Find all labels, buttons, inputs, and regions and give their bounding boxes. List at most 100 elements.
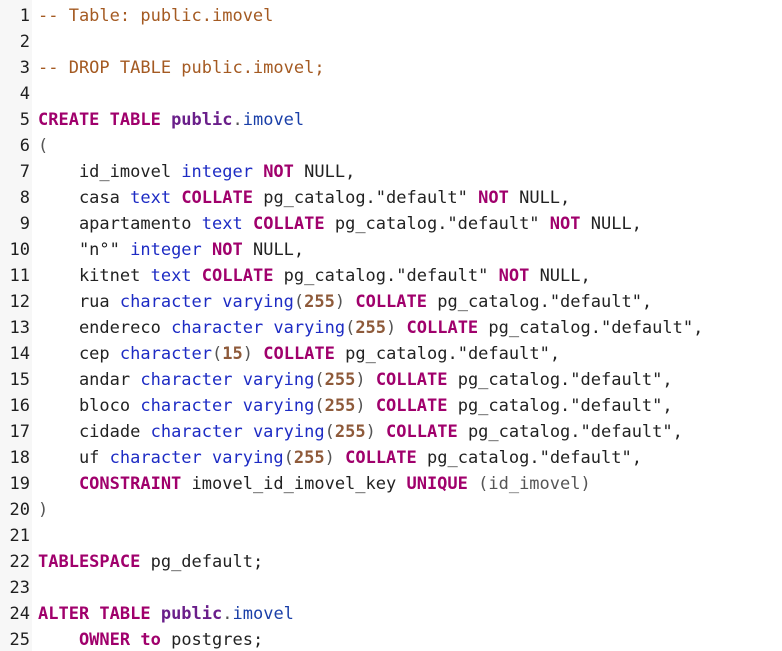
code-token: text [130,188,182,208]
line-code: CONSTRAINT imovel_id_imovel_key UNIQUE (… [38,471,591,497]
code-token: postgres; [171,630,264,650]
code-token: -- Table: public.imovel [38,6,274,26]
code-token: imovel [242,110,305,130]
code-token: pg_catalog."default", [345,344,561,364]
code-line[interactable]: 1 -- Table: public.imovel [0,3,782,29]
code-line[interactable]: 3 -- DROP TABLE public.imovel; [0,55,782,81]
code-token: ) [324,448,346,468]
code-token: ) [355,396,376,416]
code-line[interactable]: 2 [0,29,782,55]
code-token: cidade [38,422,151,442]
code-token: character varying [119,292,294,312]
code-line[interactable]: 25 OWNER to postgres; [0,627,782,651]
code-lines: 1 -- Table: public.imovel 2 3 -- DROP TABLE … [0,3,782,651]
code-line[interactable]: 15 andar character varying(255) COLLATE … [0,367,782,393]
code-token: TABLESPACE [38,552,151,572]
code-line[interactable]: 20) [0,497,782,523]
code-token: ( [345,318,356,338]
line-code: rua character varying(255) COLLATE pg_ca… [38,289,652,315]
code-token: pg_catalog."default", [488,318,704,338]
line-code: TABLESPACE pg_default; [38,549,263,575]
code-token: CREATE TABLE [38,110,172,130]
code-line[interactable]: 21 [0,523,782,549]
line-code: casa text COLLATE pg_catalog."default" N… [38,185,570,211]
code-token: COLLATE [201,266,284,286]
line-code: -- DROP TABLE public.imovel; [38,55,325,81]
code-line[interactable]: 13 endereco character varying(255) COLLA… [0,315,782,341]
code-token: COLLATE [375,396,458,416]
line-number: 1 [19,6,30,26]
line-number: 3 [19,58,30,78]
code-token: kitnet [38,266,151,286]
code-line[interactable]: 6( [0,133,782,159]
code-token: COLLATE [181,188,264,208]
line-code: CREATE TABLE public.imovel [38,107,304,133]
code-line[interactable]: 16 bloco character varying(255) COLLATE … [0,393,782,419]
code-token: ) [334,292,356,312]
code-token: uf [38,448,110,468]
code-token: 255 [304,292,335,312]
code-token: COLLATE [355,292,438,312]
code-line[interactable]: 5 CREATE TABLE public.imovel [0,107,782,133]
code-token: (id_imovel) [478,474,591,494]
line-number: 17 [9,422,30,442]
code-token: pg_catalog."default", [437,292,653,312]
code-token: casa [38,188,131,208]
code-line[interactable]: 11 kitnet text COLLATE pg_catalog."defau… [0,263,782,289]
code-token: text [150,266,202,286]
code-token: 255 [293,448,325,468]
line-number: 23 [9,578,30,598]
code-token: imovel_id_imovel_key [191,474,407,494]
line-code: "n°" integer NOT NULL, [38,237,304,263]
code-line[interactable]: 4 [0,81,782,107]
code-line[interactable]: 23 [0,575,782,601]
line-code: id_imovel integer NOT NULL, [38,159,355,185]
line-number: 5 [19,110,30,130]
code-line[interactable]: 12 rua character varying(255) COLLATE pg… [0,289,782,315]
code-token: NULL, [304,162,356,182]
code-line[interactable]: 9 apartamento text COLLATE pg_catalog."d… [0,211,782,237]
sql-code-editor[interactable]: 1 -- Table: public.imovel 2 3 -- DROP TABLE … [0,0,782,651]
code-token: COLLATE [386,422,468,442]
code-line[interactable]: 18 uf character varying(255) COLLATE pg_… [0,445,782,471]
code-line[interactable]: 10 "n°" integer NOT NULL, [0,237,782,263]
code-line[interactable]: 7 id_imovel integer NOT NULL, [0,159,782,185]
code-token: OWNER [38,630,141,650]
code-token: ) [386,318,407,338]
code-token: 255 [324,396,356,416]
line-code: bloco character varying(255) COLLATE pg_… [38,393,673,419]
line-number: 4 [19,84,30,104]
code-line[interactable]: 14 cep character(15) COLLATE pg_catalog.… [0,341,782,367]
code-token: ( [212,344,223,364]
code-token: NOT [263,162,305,182]
code-token: endereco [38,318,172,338]
line-number: 10 [9,240,30,260]
code-token: ALTER TABLE [38,604,161,624]
line-code: uf character varying(255) COLLATE pg_cat… [38,445,642,471]
line-code: cep character(15) COLLATE pg_catalog."de… [38,341,560,367]
code-token: NOT [498,266,540,286]
code-token: CONSTRAINT [38,474,192,494]
code-line[interactable]: 17 cidade character varying(255) COLLATE… [0,419,782,445]
code-token: imovel [232,604,294,624]
line-number: 11 [9,266,30,286]
code-token: ) [365,422,387,442]
line-code: ( [38,133,48,159]
code-line[interactable]: 19 CONSTRAINT imovel_id_imovel_key UNIQU… [0,471,782,497]
line-number: 21 [9,526,30,546]
code-token: NULL, [519,188,571,208]
code-token: 15 [222,344,243,364]
code-token: 255 [324,370,356,390]
code-token: pg_catalog."default", [467,422,683,442]
code-token: NOT [549,214,591,234]
code-token: COLLATE [263,344,346,364]
code-token: NULL, [539,266,591,286]
code-token: ) [38,500,49,520]
code-token: COLLATE [252,214,335,234]
code-line[interactable]: 8 casa text COLLATE pg_catalog."default"… [0,185,782,211]
code-line[interactable]: 24 ALTER TABLE public.imovel [0,601,782,627]
code-token: integer [130,240,213,260]
line-code: -- Table: public.imovel [38,3,273,29]
code-token: 255 [355,318,387,338]
code-line[interactable]: 22 TABLESPACE pg_default; [0,549,782,575]
